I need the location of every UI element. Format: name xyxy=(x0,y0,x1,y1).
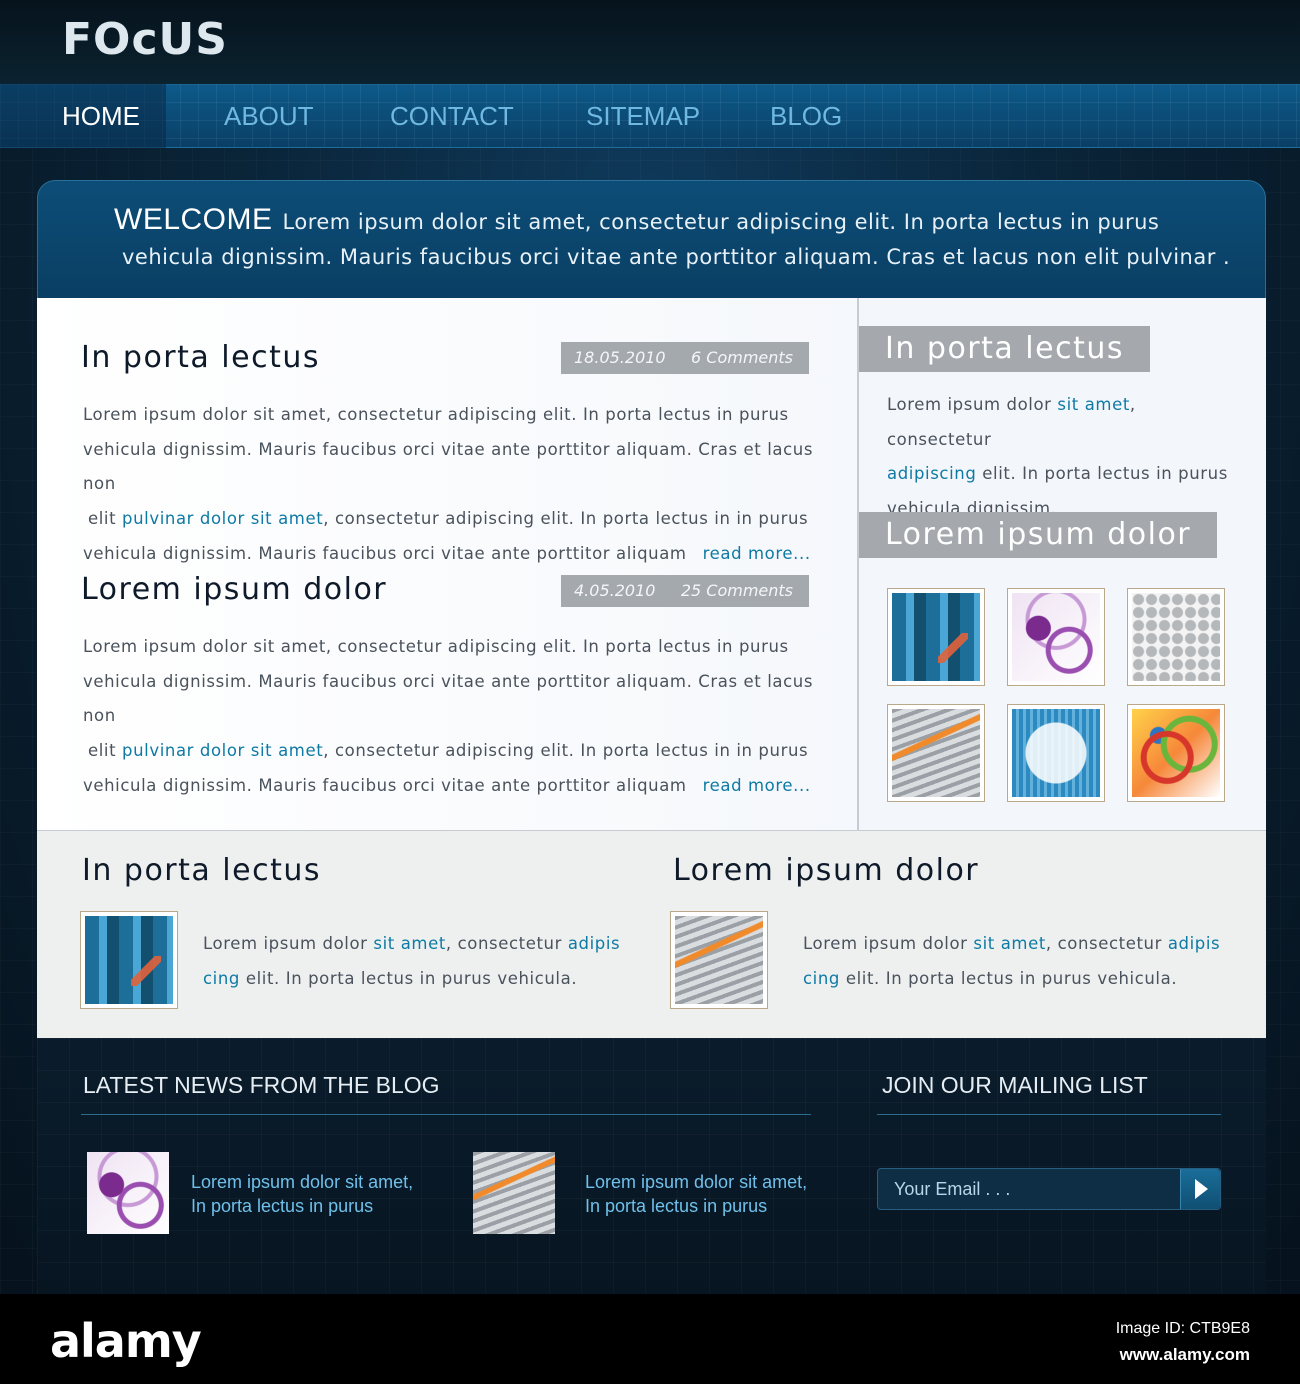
feature-thumbnail[interactable] xyxy=(670,911,768,1009)
road-arrow-thumbnail-icon[interactable] xyxy=(473,1152,555,1234)
site-logo[interactable]: FOcUS xyxy=(62,14,228,65)
post-meta: 4.05.2010 25 Comments xyxy=(561,575,809,607)
nav-item-sitemap[interactable]: SITEMAP xyxy=(586,84,700,148)
gallery-thumbnail[interactable] xyxy=(1127,704,1225,802)
purple-circles-thumbnail-icon[interactable] xyxy=(87,1152,169,1234)
post-body: Lorem ipsum dolor sit amet, consectetur … xyxy=(83,637,814,795)
blue-abstract-thumbnail-icon xyxy=(892,593,980,681)
road-arrow-thumbnail-icon xyxy=(675,916,763,1004)
post-comments-link[interactable]: 6 Comments xyxy=(691,342,793,374)
colorful-circles-thumbnail-icon xyxy=(1132,709,1220,797)
feature-title[interactable]: In porta lectus xyxy=(82,853,321,888)
stock-logo: alamy xyxy=(50,1314,202,1368)
welcome-text-line1: Lorem ipsum dolor sit amet, consectetur … xyxy=(282,210,1160,234)
main-content: In porta lectus 18.05.2010 6 Comments Lo… xyxy=(37,298,1266,830)
feature-thumbnail[interactable] xyxy=(80,911,178,1009)
nav-item-blog[interactable]: BLOG xyxy=(770,84,842,148)
post-date: 18.05.2010 xyxy=(574,348,666,367)
mailing-divider xyxy=(877,1114,1221,1115)
globe-thumbnail-icon xyxy=(1012,709,1100,797)
blog-heading: LATEST NEWS FROM THE BLOG xyxy=(83,1072,440,1098)
gray-dots-thumbnail-icon xyxy=(1132,593,1220,681)
nav-item-home[interactable]: HOME xyxy=(0,84,166,148)
sidebar-link[interactable]: adipiscing xyxy=(887,464,976,483)
feature-link[interactable]: cing xyxy=(803,969,840,988)
feature-title[interactable]: Lorem ipsum dolor xyxy=(673,853,979,888)
arrow-right-icon xyxy=(1195,1179,1208,1199)
feature-text: Lorem ipsum dolor sit amet, consectetur … xyxy=(803,934,1221,988)
post-comments-link[interactable]: 25 Comments xyxy=(681,575,793,607)
stock-id: Image ID: CTB9E8 www.alamy.com xyxy=(1115,1320,1250,1364)
feature-link[interactable]: cing xyxy=(203,969,240,988)
feature-link[interactable]: sit amet xyxy=(373,934,446,953)
post-title[interactable]: Lorem ipsum dolor xyxy=(81,572,387,607)
feature-text: Lorem ipsum dolor sit amet, consectetur … xyxy=(203,934,621,988)
blog-divider xyxy=(81,1114,811,1115)
sidebar-text: Lorem ipsum dolor sit amet, consectetur … xyxy=(887,395,1228,519)
gallery-thumbnail[interactable] xyxy=(1127,588,1225,686)
blog-item-text[interactable]: Lorem ipsum dolor sit amet, In porta lec… xyxy=(191,1170,451,1218)
mailing-form xyxy=(877,1168,1221,1210)
post-inline-link[interactable]: pulvinar dolor sit amet xyxy=(122,741,323,760)
gallery-thumbnail[interactable] xyxy=(1007,588,1105,686)
nav-item-contact[interactable]: CONTACT xyxy=(390,84,514,148)
feature-link[interactable]: adipis xyxy=(1168,934,1220,953)
post-title[interactable]: In porta lectus xyxy=(81,340,320,375)
welcome-title: WELCOME xyxy=(114,203,273,236)
gallery-heading: Lorem ipsum dolor xyxy=(859,512,1218,558)
read-more-link[interactable]: read more... xyxy=(703,544,811,563)
nav-item-about[interactable]: ABOUT xyxy=(224,84,314,148)
sidebar: In porta lectus Lorem ipsum dolor sit am… xyxy=(859,298,1266,830)
feature-link[interactable]: sit amet xyxy=(973,934,1046,953)
sidebar-link[interactable]: sit amet xyxy=(1057,395,1130,414)
post-inline-link[interactable]: pulvinar dolor sit amet xyxy=(122,509,323,528)
header: FOcUS xyxy=(0,0,1300,84)
mailing-heading: JOIN OUR MAILING LIST xyxy=(882,1072,1148,1098)
gallery-thumbnail[interactable] xyxy=(887,704,985,802)
page-background: FOcUS HOME ABOUT CONTACT SITEMAP BLOG WE… xyxy=(0,0,1300,1294)
stock-credit-bar: alamy Image ID: CTB9E8 www.alamy.com xyxy=(0,1294,1300,1384)
post-meta: 18.05.2010 6 Comments xyxy=(561,342,809,374)
blog-item-text[interactable]: Lorem ipsum dolor sit amet, In porta lec… xyxy=(585,1170,845,1218)
footer: LATEST NEWS FROM THE BLOG Lorem ipsum do… xyxy=(37,1038,1266,1294)
welcome-banner: WELCOME Lorem ipsum dolor sit amet, conse… xyxy=(37,180,1266,300)
sidebar-heading: In porta lectus xyxy=(859,326,1151,372)
posts-column: In porta lectus 18.05.2010 6 Comments Lo… xyxy=(37,298,857,830)
feature-link[interactable]: adipis xyxy=(568,934,620,953)
road-arrow-thumbnail-icon xyxy=(892,709,980,797)
subscribe-button[interactable] xyxy=(1180,1169,1220,1209)
feature-row: In porta lectus Lorem ipsum dolor sit am… xyxy=(37,830,1266,1038)
gallery-thumbnail[interactable] xyxy=(887,588,985,686)
email-input[interactable] xyxy=(878,1169,1180,1209)
main-nav: HOME ABOUT CONTACT SITEMAP BLOG xyxy=(0,84,1300,148)
welcome-text-line2: vehicula dignissim. Mauris faucibus orci… xyxy=(122,245,1231,269)
read-more-link[interactable]: read more... xyxy=(703,776,811,795)
purple-circles-thumbnail-icon xyxy=(1012,593,1100,681)
gallery-thumbnail[interactable] xyxy=(1007,704,1105,802)
post-body: Lorem ipsum dolor sit amet, consectetur … xyxy=(83,405,814,563)
blue-abstract-thumbnail-icon xyxy=(85,916,173,1004)
post-date: 4.05.2010 xyxy=(574,581,656,600)
